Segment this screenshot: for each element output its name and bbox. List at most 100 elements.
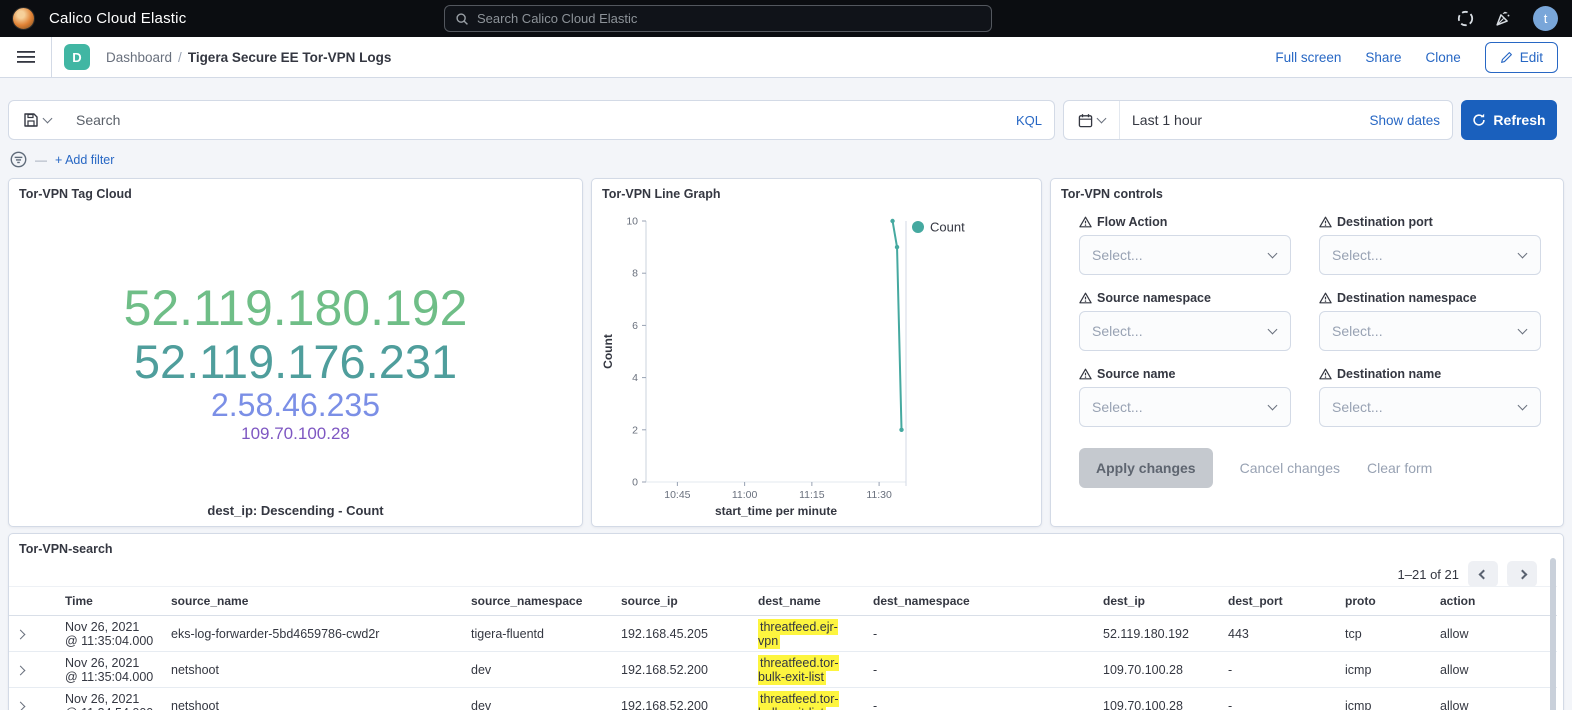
tag-cloud-term[interactable]: 2.58.46.235 xyxy=(211,388,380,424)
panel-title: Tor-VPN-search xyxy=(9,534,1563,564)
warning-icon xyxy=(1319,216,1332,228)
col-action[interactable]: action xyxy=(1432,587,1557,616)
count-series-line xyxy=(893,221,902,430)
x-tick-label: 11:00 xyxy=(732,489,758,501)
help-icon[interactable] xyxy=(1457,10,1474,27)
query-input[interactable] xyxy=(76,112,1006,128)
calico-logo-icon xyxy=(12,7,35,30)
warning-icon xyxy=(1079,292,1092,304)
cell-action: allow xyxy=(1432,688,1557,710)
cell-dest_port: - xyxy=(1220,688,1337,710)
saved-query-menu[interactable] xyxy=(8,100,65,140)
source-name-select[interactable]: Select... xyxy=(1079,387,1291,427)
expand-row-button[interactable] xyxy=(9,616,57,652)
col-dest-port[interactable]: dest_port xyxy=(1220,587,1337,616)
cell-source_namespace: dev xyxy=(463,652,613,688)
breadcrumb-dashboard[interactable]: Dashboard xyxy=(106,50,172,65)
cell-source_namespace: tigera-fluentd xyxy=(463,616,613,652)
cell-dest_namespace: - xyxy=(865,616,1095,652)
expand-icon xyxy=(16,629,26,639)
cell-proto: icmp xyxy=(1337,652,1432,688)
col-dest-namespace[interactable]: dest_namespace xyxy=(865,587,1095,616)
warning-icon xyxy=(1319,292,1332,304)
chevron-down-icon xyxy=(1518,325,1528,335)
controls-grid: Flow Action Select... Destination port S… xyxy=(1079,215,1541,488)
chevron-down-icon xyxy=(1518,401,1528,411)
menu-button[interactable] xyxy=(0,37,52,77)
control-field-source-name: Source name Select... xyxy=(1079,367,1291,427)
chevron-down-icon xyxy=(1268,325,1278,335)
controls-panel: Tor-VPN controls Flow Action Select... D… xyxy=(1050,178,1564,527)
col-source-namespace[interactable]: source_namespace xyxy=(463,587,613,616)
menu-icon xyxy=(17,50,35,64)
global-search[interactable] xyxy=(444,5,992,32)
table-row: Nov 26, 2021 @ 11:34:54.000netshootdev19… xyxy=(9,688,1557,710)
destination-port-select[interactable]: Select... xyxy=(1319,235,1541,275)
chevron-down-icon xyxy=(1518,249,1528,259)
query-language-button[interactable]: KQL xyxy=(1006,113,1042,128)
cell-time: Nov 26, 2021 @ 11:35:04.000 xyxy=(57,616,163,652)
col-source-name[interactable]: source_name xyxy=(163,587,463,616)
tag-cloud-term[interactable]: 52.119.176.231 xyxy=(134,336,457,389)
refresh-button-label: Refresh xyxy=(1493,112,1545,128)
kql-query-bar[interactable]: KQL xyxy=(64,100,1055,140)
cancel-changes-button[interactable]: Cancel changes xyxy=(1240,460,1340,476)
col-source-ip[interactable]: source_ip xyxy=(613,587,750,616)
share-link[interactable]: Share xyxy=(1365,50,1401,65)
chevron-down-icon xyxy=(42,114,52,124)
expand-row-button[interactable] xyxy=(9,688,57,710)
control-label: Destination name xyxy=(1337,367,1441,381)
full-screen-link[interactable]: Full screen xyxy=(1275,50,1341,65)
filter-icon[interactable] xyxy=(10,151,27,168)
destination-name-select[interactable]: Select... xyxy=(1319,387,1541,427)
legend-label[interactable]: Count xyxy=(930,220,965,235)
legend-swatch[interactable] xyxy=(912,221,924,233)
refresh-icon xyxy=(1472,113,1486,127)
select-placeholder: Select... xyxy=(1320,399,1519,415)
table-header-row: Time source_name source_namespace source… xyxy=(9,587,1557,616)
time-range-value[interactable]: Last 1 hour xyxy=(1120,112,1369,128)
cell-dest_namespace: - xyxy=(865,652,1095,688)
user-avatar[interactable]: t xyxy=(1533,6,1558,31)
clone-link[interactable]: Clone xyxy=(1425,50,1460,65)
filter-dash: — xyxy=(35,153,47,167)
cell-time: Nov 26, 2021 @ 11:35:04.000 xyxy=(57,652,163,688)
cell-dest_ip: 109.70.100.28 xyxy=(1095,652,1220,688)
global-search-input[interactable] xyxy=(477,11,981,26)
add-filter-link[interactable]: + Add filter xyxy=(55,153,114,167)
col-proto[interactable]: proto xyxy=(1337,587,1432,616)
tag-cloud-term[interactable]: 52.119.180.192 xyxy=(124,280,468,336)
clear-form-button[interactable]: Clear form xyxy=(1367,460,1432,476)
col-time[interactable]: Time xyxy=(57,587,163,616)
table-scrollbar[interactable] xyxy=(1550,558,1556,710)
apply-changes-button[interactable]: Apply changes xyxy=(1079,448,1213,488)
cell-source_namespace: dev xyxy=(463,688,613,710)
y-tick-label: 4 xyxy=(632,372,638,384)
y-tick-label: 0 xyxy=(632,477,638,489)
newsfeed-icon[interactable] xyxy=(1495,10,1512,27)
refresh-button[interactable]: Refresh xyxy=(1461,100,1557,140)
prev-page-button[interactable] xyxy=(1468,561,1498,587)
search-table-panel: Tor-VPN-search 1–21 of 21 Time source_na… xyxy=(8,533,1564,710)
next-page-button[interactable] xyxy=(1507,561,1537,587)
cell-dest_ip: 109.70.100.28 xyxy=(1095,688,1220,710)
show-dates-link[interactable]: Show dates xyxy=(1369,113,1452,128)
col-dest-name[interactable]: dest_name xyxy=(750,587,865,616)
panel-title: Tor-VPN Tag Cloud xyxy=(9,179,582,209)
search-table-body: Nov 26, 2021 @ 11:35:04.000eks-log-forwa… xyxy=(9,616,1557,710)
cell-dest_port: - xyxy=(1220,652,1337,688)
pagination-count: 1–21 of 21 xyxy=(1398,567,1459,582)
control-field-flow-action: Flow Action Select... xyxy=(1079,215,1291,275)
app-title: Calico Cloud Elastic xyxy=(49,10,186,27)
source-namespace-select[interactable]: Select... xyxy=(1079,311,1291,351)
flow-action-select[interactable]: Select... xyxy=(1079,235,1291,275)
destination-namespace-select[interactable]: Select... xyxy=(1319,311,1541,351)
date-picker-menu[interactable] xyxy=(1064,101,1120,139)
edit-button[interactable]: Edit xyxy=(1485,42,1558,73)
expand-row-button[interactable] xyxy=(9,652,57,688)
cell-proto: icmp xyxy=(1337,688,1432,710)
col-dest-ip[interactable]: dest_ip xyxy=(1095,587,1220,616)
tag-cloud-term[interactable]: 109.70.100.28 xyxy=(241,424,350,443)
prev-icon xyxy=(1478,569,1488,579)
cell-dest_name: threatfeed.tor-bulk-exit-list xyxy=(750,652,865,688)
